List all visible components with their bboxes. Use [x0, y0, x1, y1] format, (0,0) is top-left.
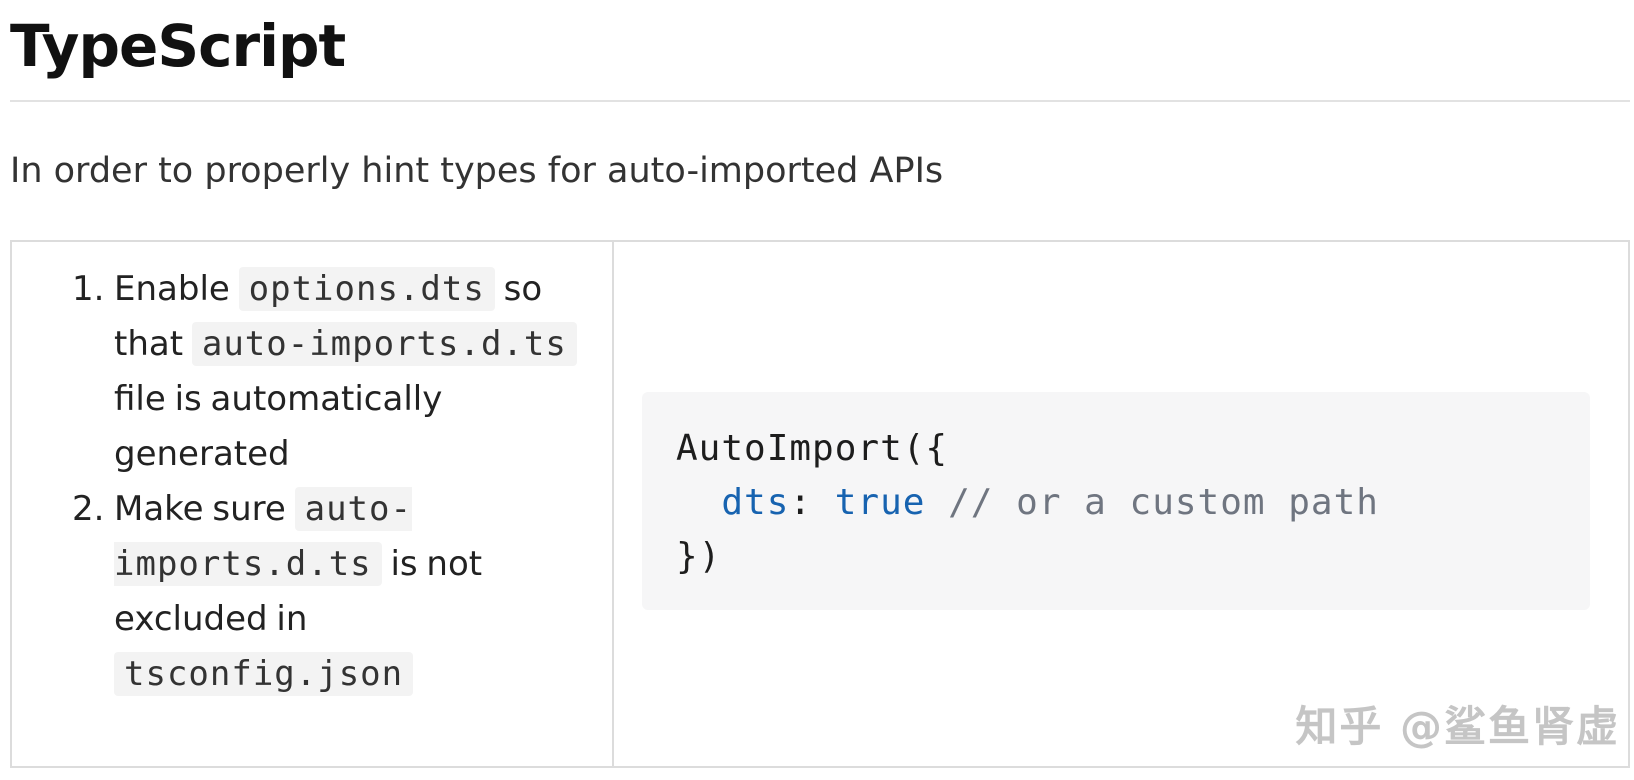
code-line: AutoImport({ — [676, 428, 948, 469]
inline-code: options.dts — [239, 267, 495, 311]
inline-code: auto-imports.d.ts — [192, 322, 577, 366]
code-indent — [676, 482, 721, 523]
intro-paragraph: In order to properly hint types for auto… — [10, 146, 943, 196]
step-text: Enable — [114, 269, 239, 309]
steps-cell: 1. Enable options.dts so that auto-impor… — [12, 242, 614, 766]
inline-code: tsconfig.json — [114, 652, 413, 696]
step-text: Make sure — [114, 489, 295, 529]
code-cell: AutoImport({ dts: true // or a custom pa… — [614, 242, 1628, 766]
step-item: 1. Enable options.dts so that auto-impor… — [72, 262, 582, 482]
instructions-table: 1. Enable options.dts so that auto-impor… — [10, 240, 1630, 768]
code-property: dts — [721, 482, 789, 523]
watermark: 知乎 @鲨鱼肾虚 — [1295, 693, 1620, 754]
code-block: AutoImport({ dts: true // or a custom pa… — [642, 392, 1590, 610]
code-comment: // or a custom path — [925, 482, 1378, 523]
step-number: 2. — [72, 482, 104, 537]
title-divider — [10, 100, 1630, 102]
page-title: TypeScript — [10, 6, 345, 86]
code-punctuation: : — [789, 482, 834, 523]
code-boolean: true — [835, 482, 926, 523]
step-text: file is automatically generated — [114, 379, 442, 474]
step-item: 2. Make sure auto-imports.d.ts is not ex… — [72, 482, 582, 702]
steps-list: 1. Enable options.dts so that auto-impor… — [72, 262, 582, 702]
step-number: 1. — [72, 262, 104, 317]
code-line: }) — [676, 536, 721, 577]
